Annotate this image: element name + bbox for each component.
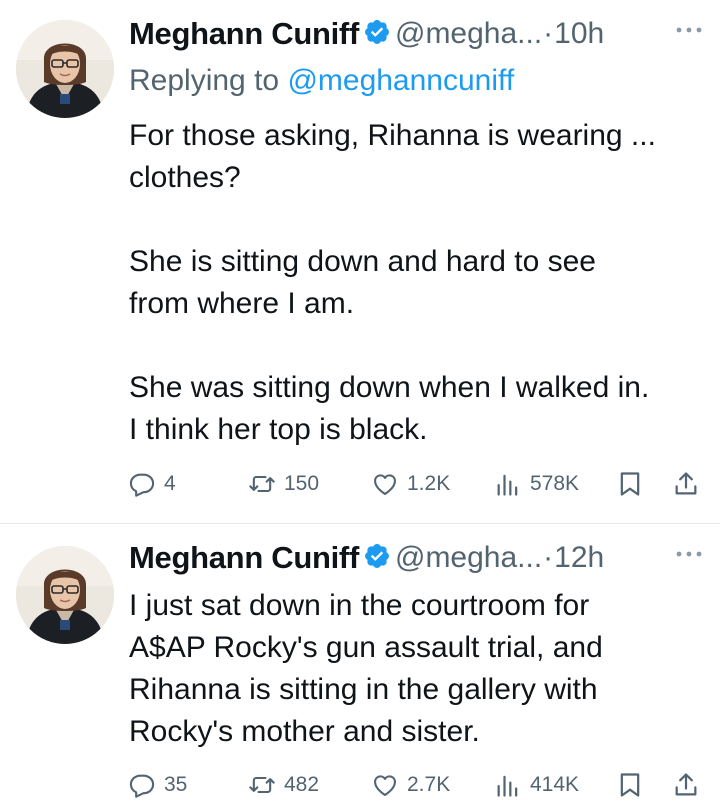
separator: ·	[543, 541, 554, 574]
repost-button[interactable]: 150	[248, 467, 319, 501]
tweet-header: Meghann Cuniff @megha...·12h	[129, 540, 704, 580]
like-icon	[374, 474, 396, 495]
separator: ·	[543, 17, 554, 50]
author-avatar[interactable]	[16, 20, 114, 118]
timestamp[interactable]: 12h	[554, 541, 604, 574]
bookmark-icon	[620, 472, 640, 496]
reply-icon	[129, 473, 155, 497]
replying-to-line: Replying to @meghanncuniff	[129, 64, 514, 98]
repost-count: 482	[284, 773, 320, 796]
bookmark-button[interactable]	[616, 768, 644, 802]
author-name[interactable]: Meghann Cuniff	[129, 540, 359, 575]
tweet-text: I just sat down in the courtroom for A$A…	[129, 589, 603, 748]
tweet-actions: 4 150 1.2K 578K	[128, 467, 704, 501]
reply-button[interactable]: 4	[128, 467, 176, 501]
tweet-header: Meghann Cuniff @megha...·10h	[129, 16, 704, 56]
tweet-text: For those asking, Rihanna is wearing ...…	[129, 119, 656, 446]
replying-to-label: Replying to	[129, 64, 280, 97]
tweet-1[interactable]: Meghann Cuniff @megha...·10h Replying to …	[0, 0, 720, 520]
more-icon[interactable]	[674, 20, 704, 40]
tweet-2[interactable]: Meghann Cuniff @megha...·12h I just sat d…	[0, 524, 720, 810]
like-button[interactable]: 1.2K	[371, 467, 450, 501]
share-icon	[675, 472, 697, 495]
like-icon	[374, 775, 396, 796]
like-count: 1.2K	[407, 472, 451, 495]
bookmark-button[interactable]	[616, 467, 644, 501]
reply-button[interactable]: 35	[128, 768, 187, 802]
more-icon[interactable]	[674, 544, 704, 564]
reply-count: 35	[164, 773, 188, 796]
replying-to-mention[interactable]: @meghanncuniff	[287, 64, 514, 97]
repost-icon	[249, 776, 275, 794]
repost-icon	[249, 475, 275, 493]
verified-badge-icon	[363, 542, 391, 570]
author-handle[interactable]: @megha...	[395, 541, 542, 574]
reply-count: 4	[164, 472, 176, 495]
views-count: 414K	[530, 773, 580, 796]
share-button[interactable]	[672, 768, 700, 802]
views-button[interactable]: 578K	[494, 467, 579, 501]
bookmark-icon	[620, 773, 640, 797]
share-button[interactable]	[672, 467, 700, 501]
timestamp[interactable]: 10h	[554, 17, 604, 50]
like-button[interactable]: 2.7K	[371, 768, 450, 802]
views-icon	[497, 474, 518, 496]
reply-icon	[129, 774, 155, 798]
views-button[interactable]: 414K	[494, 768, 579, 802]
views-icon	[497, 775, 518, 797]
repost-count: 150	[284, 472, 320, 495]
share-icon	[675, 773, 697, 796]
tweet-actions: 35 482 2.7K 414K	[128, 768, 704, 802]
like-count: 2.7K	[407, 773, 451, 796]
verified-badge-icon	[363, 18, 391, 46]
author-handle[interactable]: @megha...	[395, 17, 542, 50]
author-name[interactable]: Meghann Cuniff	[129, 16, 359, 51]
author-avatar[interactable]	[16, 546, 114, 644]
views-count: 578K	[530, 472, 580, 495]
repost-button[interactable]: 482	[248, 768, 319, 802]
